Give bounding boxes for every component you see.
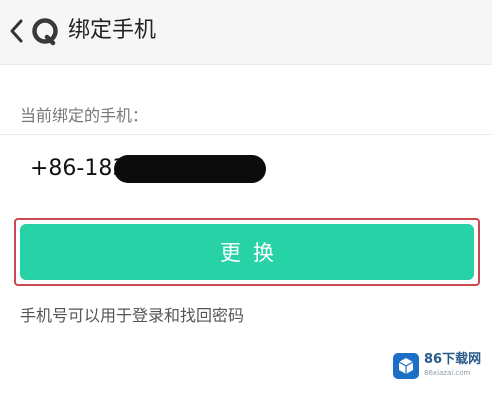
phone-number: +86-183 (30, 156, 127, 181)
chevron-left-icon[interactable] (6, 14, 28, 48)
divider (0, 134, 492, 135)
watermark-logo: 86下载网 86xiazai.com (392, 350, 484, 382)
change-button-label: 更换 (220, 241, 286, 265)
phone-number-row: +86-183 (30, 152, 266, 186)
watermark-text: 86下载网 (424, 352, 482, 367)
page-title: 绑定手机 (68, 18, 157, 43)
hint-text: 手机号可以用于登录和找回密码 (20, 306, 245, 325)
app-header: 绑定手机 (0, 0, 492, 65)
current-phone-label: 当前绑定的手机： (20, 106, 149, 125)
cube-icon (393, 353, 419, 379)
app-logo-icon (32, 18, 58, 46)
redaction-mask (114, 155, 266, 183)
change-phone-button[interactable]: 更换 (20, 224, 474, 280)
watermark-url: 86xiazai.com (424, 369, 471, 377)
